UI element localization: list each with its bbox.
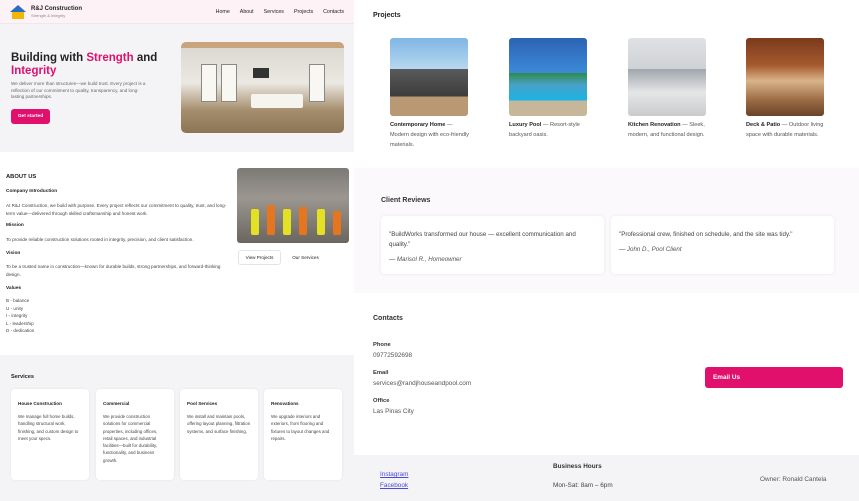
intro-text: At R&J Construction, we build with purpo… [6, 203, 227, 216]
reviews-section: Client Reviews "BuildWorks transformed o… [354, 168, 859, 293]
brand: R&J Construction Strength & Integrity [31, 6, 82, 18]
review-card: "BuildWorks transformed our house — exce… [381, 216, 604, 274]
service-desc: We upgrade interiors and exteriors, from… [271, 414, 330, 441]
owner-name: Owner: Ronald Cantela [760, 476, 827, 483]
vision-label: Vision [6, 251, 21, 256]
facebook-link[interactable]: Facebook [380, 482, 408, 489]
view-projects-button[interactable]: View Projects [238, 250, 281, 265]
nav-projects[interactable]: Projects [294, 9, 313, 15]
project-caption: Contemporary Home — Modern design with e… [390, 122, 469, 148]
deck-image [746, 38, 824, 116]
hero-title: Building with Strength and Integrity [11, 52, 158, 77]
vision-text: To be a trusted name in construction—kno… [6, 264, 221, 277]
nav-contacts[interactable]: Contacts [323, 9, 344, 15]
mission-label: Mission [6, 223, 24, 228]
business-hours-value: Mon-Sat: 8am – 6pm [553, 482, 613, 489]
services-section: Services House Construction We manage fu… [0, 355, 354, 501]
hero-living-room-image [181, 42, 344, 133]
values-list: B - balance U - unity I - integrity L - … [6, 297, 228, 335]
service-card-pool[interactable]: Pool Services We install and maintain po… [180, 389, 258, 480]
service-title: Renovations [271, 401, 299, 406]
review-card: "Professional crew, finished on schedule… [611, 216, 834, 274]
pool-image [509, 38, 587, 116]
project-card-home[interactable]: Contemporary Home — Modern design with e… [390, 38, 470, 150]
projects-section: Projects Contemporary Home — Modern desi… [354, 0, 859, 168]
get-started-button[interactable]: Get started [11, 109, 50, 124]
intro-label: Company Introduction [6, 189, 58, 194]
review-author: — Marisol R., Homeowner [389, 256, 462, 263]
phone-value: 09772592698 [373, 352, 413, 359]
contacts-heading: Contacts [373, 315, 403, 322]
review-quote: "Professional crew, finished on schedule… [619, 231, 793, 238]
service-desc: We manage full home builds, handling str… [18, 414, 79, 441]
project-caption: Kitchen Renovation — Sleek, modern, and … [628, 122, 705, 138]
project-card-kitchen[interactable]: Kitchen Renovation — Sleek, modern, and … [628, 38, 708, 140]
page: R&J Construction Strength & Integrity Ho… [0, 0, 859, 501]
service-title: Pool Services [187, 401, 218, 406]
footer: Instagram Facebook Business Hours Mon-Sa… [354, 455, 859, 501]
project-card-pool[interactable]: Luxury Pool — Resort-style backyard oasi… [509, 38, 589, 140]
contacts-section: Contacts Phone 09772592698 Email service… [354, 293, 859, 455]
hero-section: Building with Strength and Integrity We … [0, 24, 354, 152]
reviews-heading: Client Reviews [381, 197, 431, 204]
brand-name: R&J Construction [31, 5, 82, 12]
project-caption: Deck & Patio — Outdoor living space with… [746, 122, 824, 138]
main-nav: Home About Services Projects Contacts [216, 9, 344, 15]
top-navbar: R&J Construction Strength & Integrity Ho… [0, 0, 354, 24]
modern-house-image [390, 38, 468, 116]
brand-tagline: Strength & Integrity [31, 12, 66, 18]
nav-about[interactable]: About [240, 9, 254, 15]
hero-description: We deliver more than structures—we build… [11, 81, 146, 100]
right-panel: Projects Contemporary Home — Modern desi… [354, 0, 859, 501]
review-quote: "BuildWorks transformed our house — exce… [389, 231, 576, 248]
value-l: L - leadership [6, 320, 34, 326]
about-section: ABOUT US Company Introduction At R&J Con… [0, 152, 354, 355]
office-value: Las Pinas City [373, 408, 414, 415]
project-card-deck[interactable]: Deck & Patio — Outdoor living space with… [746, 38, 826, 140]
value-i: I - integrity [6, 313, 28, 318]
about-heading: ABOUT US [6, 174, 37, 180]
service-card-commercial[interactable]: Commercial We provide construction solut… [96, 389, 174, 480]
left-panel: R&J Construction Strength & Integrity Ho… [0, 0, 354, 501]
house-logo-icon[interactable] [10, 4, 26, 19]
service-title: Commercial [103, 401, 130, 406]
workers-image [237, 168, 349, 243]
value-d: D - dedication [6, 328, 35, 333]
kitchen-image [628, 38, 706, 116]
mission-text: To provide reliable construction solutio… [6, 237, 194, 242]
value-u: U - unity [6, 305, 24, 311]
review-author: — John D., Pool Client [619, 246, 682, 253]
instagram-link[interactable]: Instagram [380, 471, 408, 478]
project-caption: Luxury Pool — Resort-style backyard oasi… [509, 122, 580, 138]
business-hours-title: Business Hours [553, 463, 602, 470]
service-card-house[interactable]: House Construction We manage full home b… [11, 389, 89, 480]
email-us-button[interactable]: Email Us [705, 367, 843, 388]
phone-label: Phone [373, 342, 391, 348]
services-heading: Services [11, 374, 35, 380]
service-card-renovations[interactable]: Renovations We upgrade interiors and ext… [264, 389, 342, 480]
nav-services[interactable]: Services [264, 9, 284, 15]
service-desc: We provide construction solutions for co… [103, 414, 158, 463]
service-desc: We install and maintain pools, offering … [187, 414, 251, 434]
email-value: services@randjhouseandpool.com [373, 380, 472, 387]
office-label: Office [373, 398, 390, 404]
our-services-button[interactable]: Our Services [284, 250, 327, 265]
values-label: Values [6, 286, 22, 291]
nav-home[interactable]: Home [216, 9, 230, 15]
email-label: Email [373, 370, 389, 376]
service-title: House Construction [18, 401, 62, 406]
projects-heading: Projects [373, 12, 401, 19]
value-b: B - balance [6, 298, 30, 303]
